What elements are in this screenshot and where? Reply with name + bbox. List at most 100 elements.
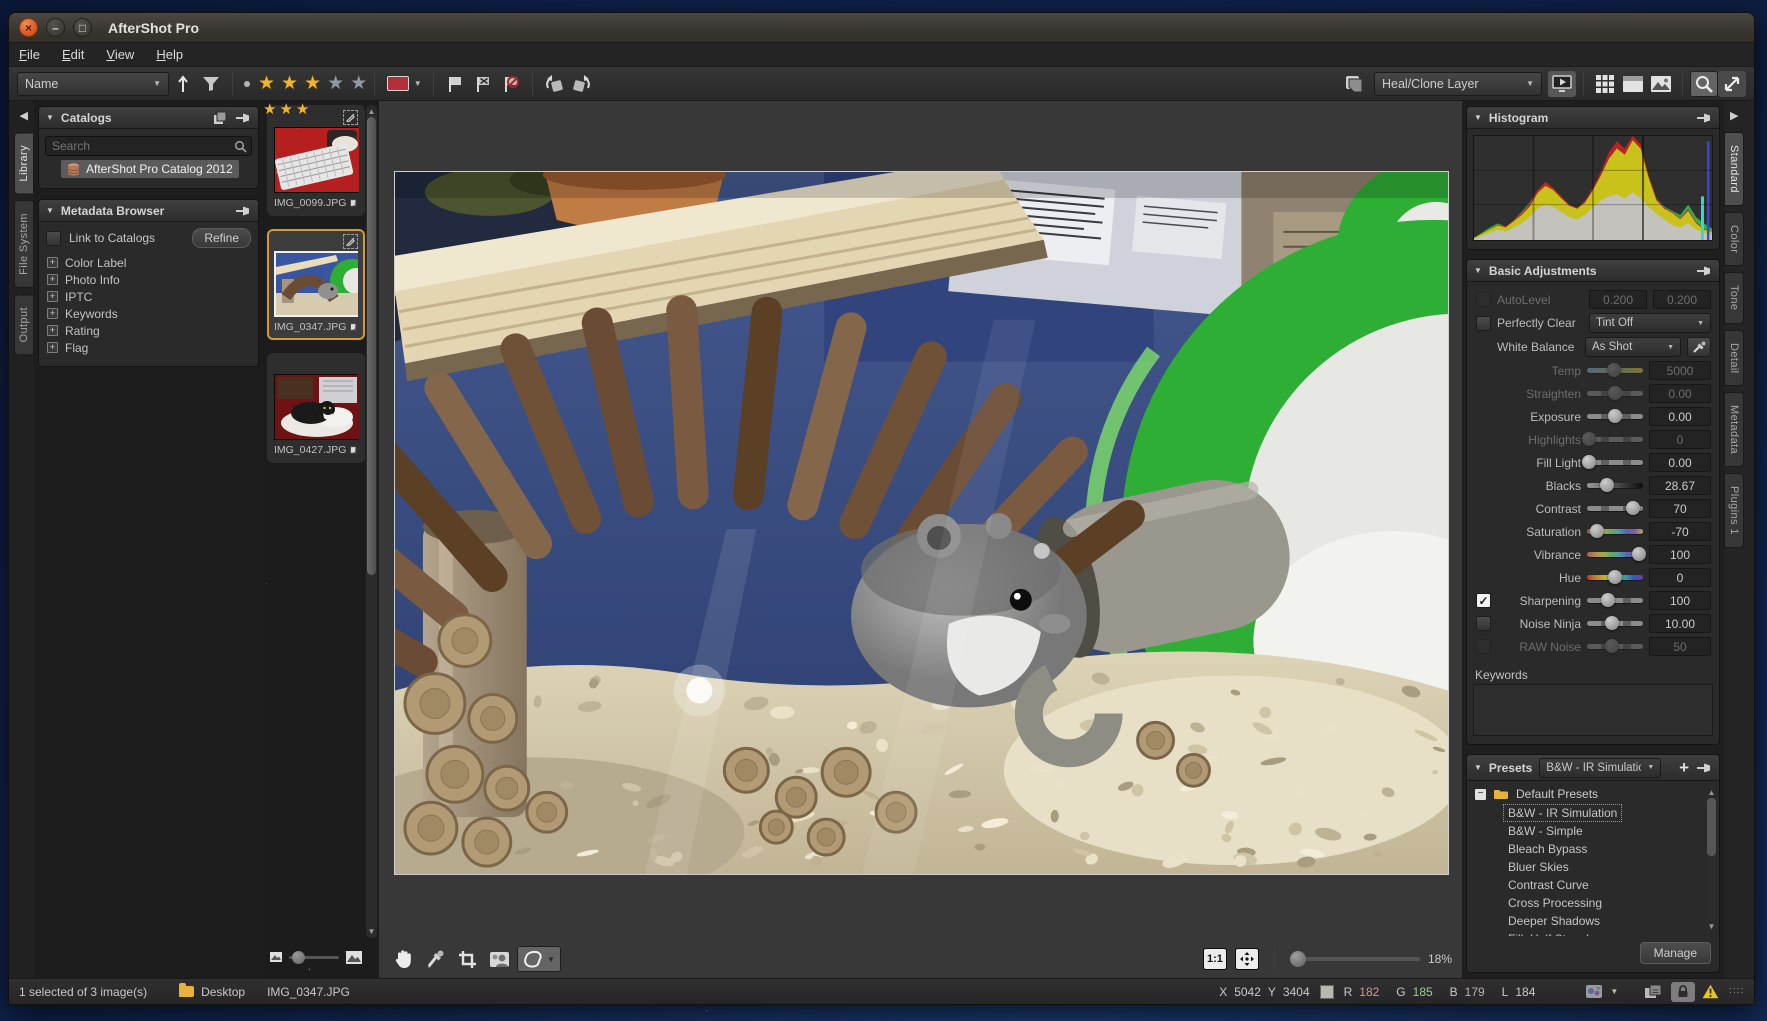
thumbnail-image[interactable]: [274, 127, 358, 193]
zoom-1-1-button[interactable]: 1:1: [1203, 948, 1227, 970]
slider-thumb[interactable]: [1608, 570, 1622, 584]
tab-metadata[interactable]: Metadata: [1724, 392, 1744, 467]
slider-thumb[interactable]: [1582, 432, 1596, 446]
refine-button[interactable]: Refine: [192, 228, 251, 248]
search-input[interactable]: [45, 136, 252, 156]
image-preview-button[interactable]: [1647, 71, 1675, 97]
slider-value[interactable]: 0.00: [1649, 453, 1711, 472]
display-profile-icon[interactable]: [1585, 984, 1603, 999]
slider-value[interactable]: 50: [1649, 637, 1711, 656]
chevron-down-icon[interactable]: ▼: [1610, 987, 1618, 996]
scroll-down-icon[interactable]: ▼: [366, 927, 377, 936]
heal-clone-layer-dropdown[interactable]: Heal/Clone Layer ▼: [1374, 72, 1542, 96]
slider-thumb[interactable]: [1590, 524, 1604, 538]
current-folder-label[interactable]: Desktop: [201, 985, 245, 999]
tab-tone[interactable]: Tone: [1724, 272, 1744, 323]
preset-item[interactable]: B&W - IR Simulation: [1503, 804, 1622, 822]
collapse-triangle-icon[interactable]: ▼: [1474, 113, 1482, 122]
thumbnail-card[interactable]: IMG_0427.JPG: [267, 353, 365, 463]
expand-plus-icon[interactable]: +: [47, 274, 58, 285]
slider-value[interactable]: 70: [1649, 499, 1711, 518]
metadata-tree-item[interactable]: +Photo Info: [47, 271, 250, 288]
slider-thumb[interactable]: [1582, 455, 1596, 469]
fit-to-screen-button[interactable]: [1235, 948, 1259, 970]
slideshow-button[interactable]: [1548, 71, 1576, 97]
slider-track[interactable]: [1587, 552, 1643, 557]
thumbnail-card[interactable]: IMG_0099.JPG: [267, 105, 365, 216]
flag-clear-button[interactable]: [497, 71, 525, 97]
red-eye-tool[interactable]: [485, 946, 513, 972]
presets-folder-row[interactable]: − Default Presets: [1475, 787, 1703, 801]
slider-track[interactable]: [1587, 529, 1643, 534]
slider-value[interactable]: 0.00: [1649, 407, 1711, 426]
collapse-triangle-icon[interactable]: ▼: [46, 206, 54, 215]
slider-value[interactable]: 10.00: [1649, 614, 1711, 633]
collapse-left-panel-icon[interactable]: ◀: [20, 109, 28, 122]
slider-track[interactable]: [1587, 483, 1643, 488]
single-image-view-button[interactable]: [1619, 71, 1647, 97]
zoom-slider[interactable]: [1290, 957, 1420, 961]
rotate-left-button[interactable]: [540, 71, 568, 97]
copy-settings-icon[interactable]: [1644, 984, 1664, 1000]
preset-item[interactable]: Bluer Skies: [1503, 858, 1574, 876]
slider-track[interactable]: [1587, 644, 1643, 649]
tab-standard[interactable]: Standard: [1724, 132, 1744, 206]
photo-hamster[interactable]: [394, 171, 1449, 875]
slider-knob[interactable]: [292, 951, 305, 964]
perfectly-clear-dropdown[interactable]: Tint Off ▼: [1589, 313, 1711, 333]
thumbnail-size-slider[interactable]: [289, 956, 339, 959]
slider-thumb[interactable]: [1605, 616, 1619, 630]
collapse-triangle-icon[interactable]: ▼: [1474, 763, 1482, 772]
star-icon[interactable]: ★: [350, 74, 367, 93]
slider-track[interactable]: [1587, 598, 1643, 603]
layers-icon[interactable]: [1340, 71, 1368, 97]
preset-item[interactable]: Contrast Curve: [1503, 876, 1594, 894]
slider-value[interactable]: 100: [1649, 591, 1711, 610]
menu-item-file[interactable]: File: [19, 47, 40, 62]
sort-field-dropdown[interactable]: Name ▼: [17, 72, 169, 96]
pan-hand-tool[interactable]: [389, 946, 417, 972]
metadata-tree-item[interactable]: +IPTC: [47, 288, 250, 305]
slider-value[interactable]: 28.67: [1649, 476, 1711, 495]
slider-thumb[interactable]: [1632, 547, 1646, 561]
tab-library[interactable]: Library: [14, 132, 34, 194]
tab-output[interactable]: Output: [14, 294, 34, 355]
rotate-right-button[interactable]: [568, 71, 596, 97]
preset-item[interactable]: Cross Processing: [1503, 894, 1607, 912]
rating-stars[interactable]: ★★★★★: [258, 74, 367, 93]
slider-thumb[interactable]: [1605, 639, 1619, 653]
collapse-minus-icon[interactable]: −: [1475, 789, 1486, 800]
preset-item[interactable]: Bleach Bypass: [1503, 840, 1592, 858]
expand-plus-icon[interactable]: +: [47, 257, 58, 268]
slider-track[interactable]: [1587, 621, 1643, 626]
slider-track[interactable]: [1587, 575, 1643, 580]
keywords-input[interactable]: [1473, 684, 1713, 736]
scrollbar-thumb[interactable]: [1707, 798, 1716, 856]
basic-adjustments-header[interactable]: ▼ Basic Adjustments: [1467, 260, 1719, 282]
fullscreen-button[interactable]: [1718, 71, 1746, 97]
color-label-button[interactable]: ▼: [382, 71, 426, 97]
expand-plus-icon[interactable]: +: [47, 342, 58, 353]
crop-tool[interactable]: [453, 946, 481, 972]
slider-track[interactable]: [1587, 460, 1643, 465]
link-to-catalogs-checkbox[interactable]: [46, 231, 61, 246]
pin-icon[interactable]: [235, 111, 251, 125]
presets-dropdown[interactable]: B&W - IR Simulation ▼: [1539, 758, 1661, 778]
preset-item[interactable]: Fill, Half Stop, Low range: [1503, 930, 1647, 936]
histogram-header[interactable]: ▼ Histogram: [1467, 107, 1719, 129]
preset-item[interactable]: Deeper Shadows: [1503, 912, 1605, 930]
slider-track[interactable]: [1587, 506, 1643, 511]
star-icon[interactable]: ★: [327, 74, 344, 93]
catalog-item[interactable]: AfterShot Pro Catalog 2012: [61, 160, 239, 178]
white-balance-dropdown[interactable]: As Shot ▼: [1585, 337, 1681, 357]
expand-plus-icon[interactable]: +: [47, 308, 58, 319]
menu-item-help[interactable]: Help: [156, 47, 183, 62]
autolevel-checkbox[interactable]: [1476, 292, 1491, 307]
slider-thumb[interactable]: [1608, 386, 1622, 400]
slider-thumb[interactable]: [1600, 478, 1614, 492]
autolevel-value-1[interactable]: 0.200: [1589, 290, 1647, 309]
slider-thumb[interactable]: [1607, 363, 1621, 377]
metadata-tree-item[interactable]: +Flag: [47, 339, 250, 356]
warning-icon[interactable]: [1702, 984, 1719, 999]
lock-button[interactable]: [1671, 982, 1695, 1002]
